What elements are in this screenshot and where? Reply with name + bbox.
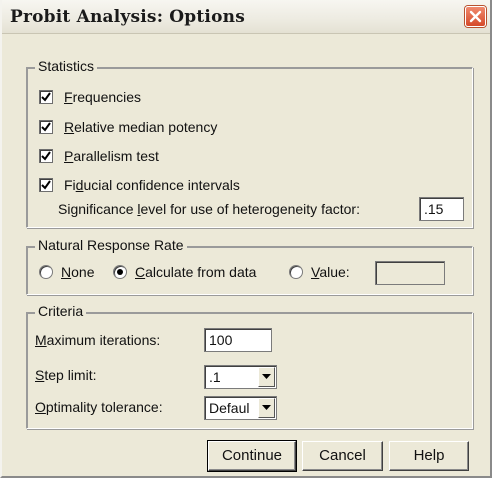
checkmark-icon bbox=[41, 180, 51, 190]
parallelism-test-label[interactable]: Parallelism test bbox=[64, 148, 159, 164]
frequencies-checkbox[interactable] bbox=[39, 90, 53, 104]
value-radio[interactable] bbox=[289, 265, 303, 279]
step-limit-dropdown[interactable]: .1 bbox=[204, 365, 277, 389]
none-radio[interactable] bbox=[39, 265, 53, 279]
value-label[interactable]: Value: bbox=[311, 264, 350, 280]
optimality-tolerance-label: Optimality tolerance: bbox=[35, 399, 163, 415]
statistics-legend: Statistics bbox=[35, 58, 98, 74]
max-iterations-label: Maximum iterations: bbox=[35, 332, 161, 348]
step-limit-label: Step limit: bbox=[35, 367, 97, 383]
window-title: Probit Analysis: Options bbox=[10, 7, 245, 27]
step-limit-dropdown-button[interactable] bbox=[258, 367, 275, 387]
title-bar[interactable]: Probit Analysis: Options bbox=[2, 0, 490, 34]
help-button[interactable]: Help bbox=[389, 441, 469, 471]
relative-median-potency-label[interactable]: Relative median potency bbox=[64, 119, 217, 135]
checkmark-icon bbox=[41, 151, 51, 161]
cancel-button[interactable]: Cancel bbox=[302, 441, 383, 471]
none-label[interactable]: None bbox=[61, 264, 94, 280]
natural-response-legend: Natural Response Rate bbox=[35, 237, 187, 253]
frequencies-label[interactable]: Frequencies bbox=[64, 89, 141, 105]
close-button[interactable] bbox=[465, 6, 486, 27]
step-limit-value: .1 bbox=[209, 369, 221, 385]
chevron-down-icon bbox=[262, 405, 271, 410]
value-input[interactable] bbox=[375, 261, 445, 285]
criteria-legend: Criteria bbox=[35, 303, 87, 319]
significance-level-input[interactable]: .15 bbox=[419, 197, 464, 221]
checkmark-icon bbox=[41, 92, 51, 102]
relative-median-potency-checkbox[interactable] bbox=[39, 120, 53, 134]
close-icon bbox=[469, 10, 482, 23]
optimality-tolerance-dropdown-button[interactable] bbox=[258, 398, 275, 418]
radio-selected-dot bbox=[117, 269, 123, 275]
continue-button[interactable]: Continue bbox=[207, 440, 297, 472]
significance-level-label: Significance level for use of heterogene… bbox=[58, 201, 360, 217]
max-iterations-input[interactable]: 100 bbox=[204, 328, 272, 352]
checkmark-icon bbox=[41, 122, 51, 132]
calculate-from-data-radio[interactable] bbox=[113, 265, 127, 279]
optimality-tolerance-dropdown[interactable]: Defaul bbox=[204, 396, 277, 420]
probit-options-dialog: Probit Analysis: Options Statistics Freq… bbox=[0, 0, 492, 478]
chevron-down-icon bbox=[262, 374, 271, 379]
parallelism-test-checkbox[interactable] bbox=[39, 149, 53, 163]
fiducial-intervals-label[interactable]: Fiducial confidence intervals bbox=[64, 177, 240, 193]
optimality-tolerance-value: Defaul bbox=[209, 400, 250, 416]
calculate-from-data-label[interactable]: Calculate from data bbox=[135, 264, 256, 280]
fiducial-intervals-checkbox[interactable] bbox=[39, 178, 53, 192]
